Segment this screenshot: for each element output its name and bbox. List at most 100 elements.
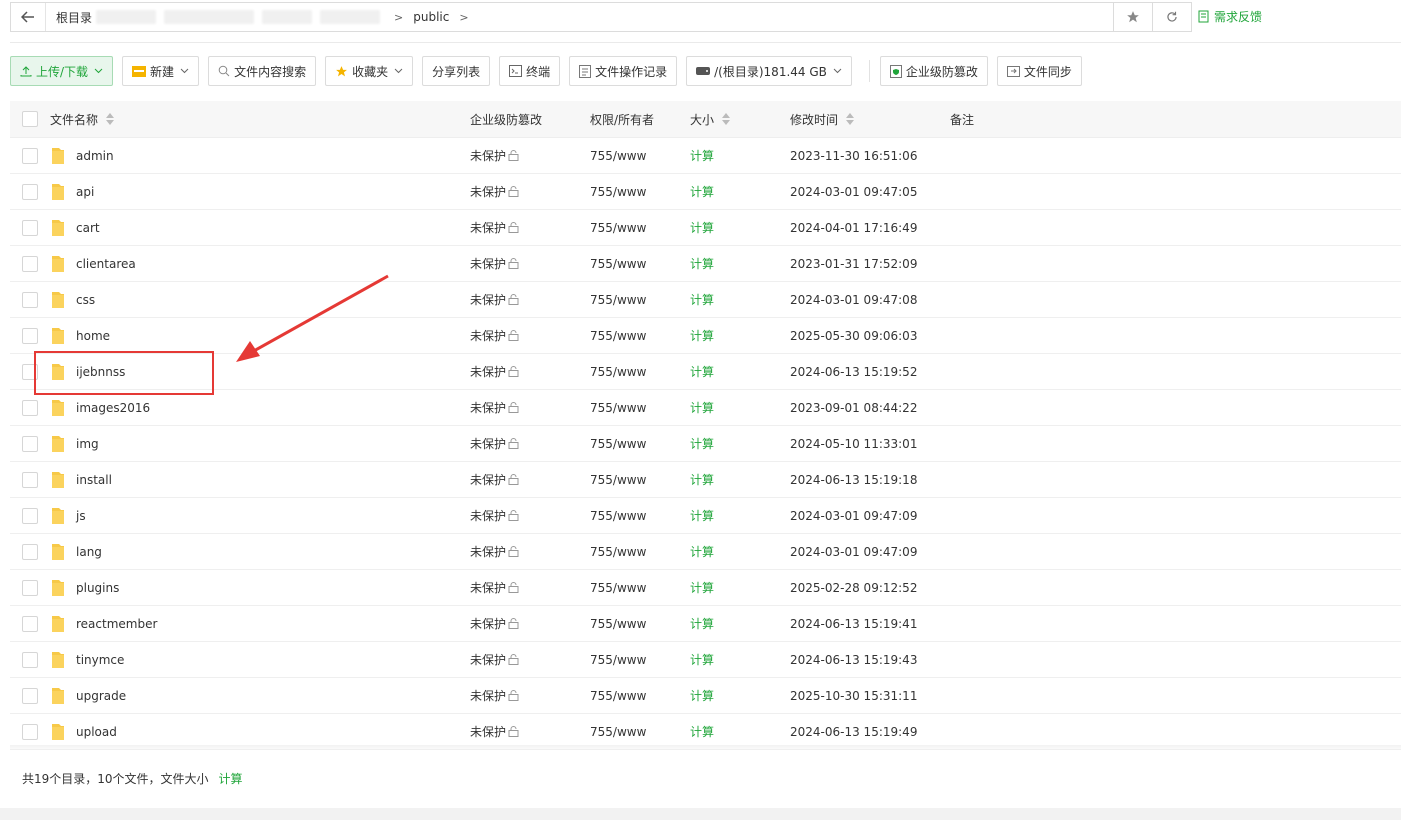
file-name[interactable]: upload	[76, 725, 117, 739]
permission-owner[interactable]: 755/www	[590, 329, 690, 343]
lock-icon[interactable]	[508, 474, 519, 485]
lock-icon[interactable]	[508, 690, 519, 701]
table-row[interactable]: api 未保护 755/www 计算 2024-03-01 09:47:05	[10, 174, 1401, 210]
file-sync-button[interactable]: 文件同步	[996, 56, 1082, 86]
lock-icon[interactable]	[508, 546, 519, 557]
terminal-button[interactable]: 终端	[499, 56, 561, 86]
back-button[interactable]	[11, 3, 46, 31]
row-checkbox[interactable]	[22, 255, 38, 272]
select-all-checkbox[interactable]	[22, 111, 38, 127]
file-name[interactable]: api	[76, 185, 94, 199]
row-checkbox[interactable]	[22, 687, 38, 704]
row-checkbox[interactable]	[22, 399, 38, 416]
breadcrumb-current[interactable]: public	[413, 10, 449, 24]
lock-icon[interactable]	[508, 150, 519, 161]
row-checkbox[interactable]	[22, 435, 38, 452]
file-name[interactable]: tinymce	[76, 653, 124, 667]
table-row[interactable]: css 未保护 755/www 计算 2024-03-01 09:47:08	[10, 282, 1401, 318]
favorite-star-button[interactable]	[1113, 3, 1152, 31]
table-row[interactable]: lang 未保护 755/www 计算 2024-03-01 09:47:09	[10, 534, 1401, 570]
row-checkbox[interactable]	[22, 543, 38, 560]
refresh-button[interactable]	[1152, 3, 1191, 31]
row-checkbox[interactable]	[22, 507, 38, 524]
permission-owner[interactable]: 755/www	[590, 437, 690, 451]
file-name[interactable]: plugins	[76, 581, 119, 595]
header-modified[interactable]: 修改时间	[790, 111, 950, 128]
table-row[interactable]: upgrade 未保护 755/www 计算 2025-10-30 15:31:…	[10, 678, 1401, 714]
favorites-button[interactable]: 收藏夹	[325, 56, 414, 86]
row-checkbox[interactable]	[22, 471, 38, 488]
file-name[interactable]: install	[76, 473, 112, 487]
table-row[interactable]: ijebnnss 未保护 755/www 计算 2024-06-13 15:19…	[10, 354, 1401, 390]
permission-owner[interactable]: 755/www	[590, 725, 690, 739]
permission-owner[interactable]: 755/www	[590, 617, 690, 631]
breadcrumb-root[interactable]: 根目录	[56, 9, 92, 26]
calc-size-link[interactable]: 计算	[690, 543, 790, 560]
row-checkbox[interactable]	[22, 651, 38, 668]
calc-size-link[interactable]: 计算	[690, 399, 790, 416]
lock-icon[interactable]	[508, 366, 519, 377]
row-checkbox[interactable]	[22, 219, 38, 236]
lock-icon[interactable]	[508, 582, 519, 593]
header-size[interactable]: 大小	[690, 111, 790, 128]
lock-icon[interactable]	[508, 186, 519, 197]
table-row[interactable]: home 未保护 755/www 计算 2025-05-30 09:06:03	[10, 318, 1401, 354]
tamper-protection-button[interactable]: 企业级防篡改	[879, 56, 988, 86]
file-name[interactable]: clientarea	[76, 257, 136, 271]
row-checkbox[interactable]	[22, 723, 38, 740]
new-button[interactable]: 新建	[122, 56, 200, 86]
table-row[interactable]: admin 未保护 755/www 计算 2023-11-30 16:51:06	[10, 138, 1401, 174]
feedback-link[interactable]: 需求反馈	[1198, 8, 1262, 25]
table-row[interactable]: cart 未保护 755/www 计算 2024-04-01 17:16:49	[10, 210, 1401, 246]
share-list-button[interactable]: 分享列表	[422, 56, 491, 86]
permission-owner[interactable]: 755/www	[590, 365, 690, 379]
file-name[interactable]: cart	[76, 221, 100, 235]
permission-owner[interactable]: 755/www	[590, 185, 690, 199]
permission-owner[interactable]: 755/www	[590, 257, 690, 271]
calc-size-link[interactable]: 计算	[690, 687, 790, 704]
permission-owner[interactable]: 755/www	[590, 473, 690, 487]
lock-icon[interactable]	[508, 222, 519, 233]
calc-size-link[interactable]: 计算	[690, 471, 790, 488]
calc-size-link[interactable]: 计算	[690, 615, 790, 632]
file-name[interactable]: images2016	[76, 401, 150, 415]
table-row[interactable]: install 未保护 755/www 计算 2024-06-13 15:19:…	[10, 462, 1401, 498]
file-name[interactable]: admin	[76, 149, 114, 163]
permission-owner[interactable]: 755/www	[590, 545, 690, 559]
lock-icon[interactable]	[508, 726, 519, 737]
file-name[interactable]: home	[76, 329, 110, 343]
table-row[interactable]: reactmember 未保护 755/www 计算 2024-06-13 15…	[10, 606, 1401, 642]
table-row[interactable]: images2016 未保护 755/www 计算 2023-09-01 08:…	[10, 390, 1401, 426]
table-row[interactable]: clientarea 未保护 755/www 计算 2023-01-31 17:…	[10, 246, 1401, 282]
operation-log-button[interactable]: 文件操作记录	[569, 56, 678, 86]
lock-icon[interactable]	[508, 330, 519, 341]
lock-icon[interactable]	[508, 402, 519, 413]
content-search-button[interactable]: 文件内容搜索	[208, 56, 317, 86]
footer-calc-link[interactable]: 计算	[219, 770, 243, 787]
calc-size-link[interactable]: 计算	[690, 291, 790, 308]
lock-icon[interactable]	[508, 258, 519, 269]
calc-size-link[interactable]: 计算	[690, 435, 790, 452]
calc-size-link[interactable]: 计算	[690, 219, 790, 236]
file-name[interactable]: lang	[76, 545, 102, 559]
table-row[interactable]: tinymce 未保护 755/www 计算 2024-06-13 15:19:…	[10, 642, 1401, 678]
file-name[interactable]: img	[76, 437, 99, 451]
calc-size-link[interactable]: 计算	[690, 327, 790, 344]
row-checkbox[interactable]	[22, 291, 38, 308]
permission-owner[interactable]: 755/www	[590, 581, 690, 595]
lock-icon[interactable]	[508, 294, 519, 305]
file-name[interactable]: css	[76, 293, 95, 307]
permission-owner[interactable]: 755/www	[590, 653, 690, 667]
calc-size-link[interactable]: 计算	[690, 579, 790, 596]
permission-owner[interactable]: 755/www	[590, 149, 690, 163]
table-row[interactable]: plugins 未保护 755/www 计算 2025-02-28 09:12:…	[10, 570, 1401, 606]
row-checkbox[interactable]	[22, 579, 38, 596]
table-row[interactable]: img 未保护 755/www 计算 2024-05-10 11:33:01	[10, 426, 1401, 462]
permission-owner[interactable]: 755/www	[590, 689, 690, 703]
calc-size-link[interactable]: 计算	[690, 651, 790, 668]
row-checkbox[interactable]	[22, 363, 38, 380]
calc-size-link[interactable]: 计算	[690, 255, 790, 272]
file-name[interactable]: js	[76, 509, 86, 523]
permission-owner[interactable]: 755/www	[590, 293, 690, 307]
table-row[interactable]: js 未保护 755/www 计算 2024-03-01 09:47:09	[10, 498, 1401, 534]
